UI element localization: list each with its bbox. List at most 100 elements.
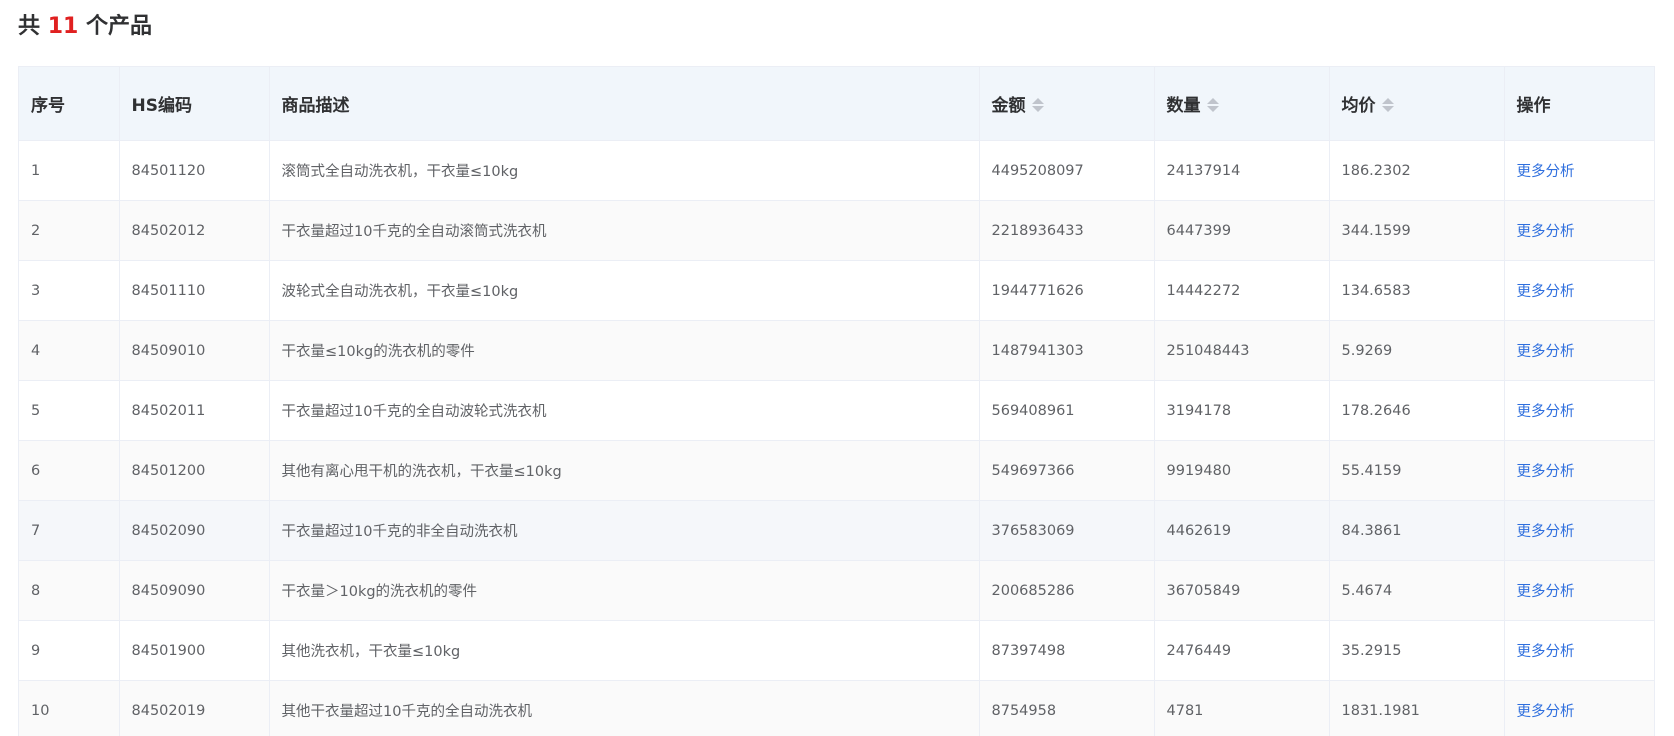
cell-quantity: 14442272	[1154, 260, 1330, 321]
sort-caret-icon[interactable]	[1381, 97, 1394, 113]
more-analysis-link[interactable]: 更多分析	[1517, 404, 1575, 420]
product-table-container: 序号 HS编码 商品描述 金额 数量 均价 操作 1 84501120 滚筒式全…	[18, 66, 1655, 736]
cell-amount: 376583069	[979, 500, 1155, 561]
header-action: 操作	[1504, 67, 1654, 141]
table-row: 2 84502012 干衣量超过10千克的全自动滚筒式洗衣机 221893643…	[19, 200, 1654, 261]
summary-prefix: 共	[18, 14, 41, 39]
more-analysis-link[interactable]: 更多分析	[1517, 164, 1575, 180]
table-header: 序号 HS编码 商品描述 金额 数量 均价 操作	[19, 67, 1654, 141]
cell-amount: 1944771626	[979, 260, 1155, 321]
header-amount-label: 金额	[991, 96, 1026, 116]
header-hs-code: HS编码	[119, 67, 270, 141]
cell-amount: 1487941303	[979, 320, 1155, 381]
table-row: 9 84501900 其他洗衣机，干衣量≤10kg 87397498 24764…	[19, 620, 1654, 681]
sort-caret-icon[interactable]	[1206, 97, 1219, 113]
more-analysis-link[interactable]: 更多分析	[1517, 524, 1575, 540]
cell-action: 更多分析	[1504, 380, 1654, 441]
cell-index: 6	[19, 440, 120, 501]
cell-index: 2	[19, 200, 120, 261]
cell-hs-code: 84501200	[119, 440, 270, 501]
cell-quantity: 9919480	[1154, 440, 1330, 501]
table-row: 4 84509010 干衣量≤10kg的洗衣机的零件 1487941303 25…	[19, 320, 1654, 381]
header-description-label: 商品描述	[281, 96, 350, 116]
table-header-row: 序号 HS编码 商品描述 金额 数量 均价 操作	[19, 67, 1654, 141]
more-analysis-link[interactable]: 更多分析	[1517, 584, 1575, 600]
more-analysis-link[interactable]: 更多分析	[1517, 344, 1575, 360]
header-unit-price-label: 均价	[1341, 96, 1376, 116]
more-analysis-link[interactable]: 更多分析	[1517, 284, 1575, 300]
cell-action: 更多分析	[1504, 560, 1654, 621]
cell-action: 更多分析	[1504, 140, 1654, 201]
cell-hs-code: 84502011	[119, 380, 270, 441]
cell-action: 更多分析	[1504, 620, 1654, 681]
cell-amount: 4495208097	[979, 140, 1155, 201]
cell-amount: 569408961	[979, 380, 1155, 441]
cell-description: 波轮式全自动洗衣机，干衣量≤10kg	[269, 260, 980, 321]
cell-quantity: 36705849	[1154, 560, 1330, 621]
cell-quantity: 4462619	[1154, 500, 1330, 561]
cell-quantity: 2476449	[1154, 620, 1330, 681]
header-quantity-label: 数量	[1166, 96, 1201, 116]
table-row: 8 84509090 干衣量＞10kg的洗衣机的零件 200685286 367…	[19, 560, 1654, 621]
cell-hs-code: 84509010	[119, 320, 270, 381]
cell-action: 更多分析	[1504, 680, 1654, 736]
cell-description: 干衣量超过10千克的非全自动洗衣机	[269, 500, 980, 561]
table-row: 7 84502090 干衣量超过10千克的非全自动洗衣机 376583069 4…	[19, 500, 1654, 561]
cell-action: 更多分析	[1504, 500, 1654, 561]
product-table: 序号 HS编码 商品描述 金额 数量 均价 操作 1 84501120 滚筒式全…	[19, 67, 1654, 736]
more-analysis-link[interactable]: 更多分析	[1517, 644, 1575, 660]
cell-description: 干衣量超过10千克的全自动波轮式洗衣机	[269, 380, 980, 441]
table-row: 6 84501200 其他有离心甩干机的洗衣机，干衣量≤10kg 5496973…	[19, 440, 1654, 501]
cell-unit-price: 134.6583	[1329, 260, 1505, 321]
header-quantity[interactable]: 数量	[1154, 67, 1330, 141]
table-row: 3 84501110 波轮式全自动洗衣机，干衣量≤10kg 1944771626…	[19, 260, 1654, 321]
more-analysis-link[interactable]: 更多分析	[1517, 224, 1575, 240]
cell-action: 更多分析	[1504, 440, 1654, 501]
cell-index: 7	[19, 500, 120, 561]
cell-description: 干衣量≤10kg的洗衣机的零件	[269, 320, 980, 381]
header-hs-code-label: HS编码	[131, 96, 192, 116]
cell-description: 其他干衣量超过10千克的全自动洗衣机	[269, 680, 980, 736]
product-list-page: 共 11 个产品 序号 HS编码 商品描述 金额 数量 均价 操作 1 8450…	[0, 0, 1674, 736]
cell-index: 1	[19, 140, 120, 201]
cell-index: 10	[19, 680, 120, 736]
more-analysis-link[interactable]: 更多分析	[1517, 464, 1575, 480]
cell-hs-code: 84501110	[119, 260, 270, 321]
cell-unit-price: 178.2646	[1329, 380, 1505, 441]
table-row: 10 84502019 其他干衣量超过10千克的全自动洗衣机 8754958 4…	[19, 680, 1654, 736]
cell-index: 4	[19, 320, 120, 381]
cell-description: 其他洗衣机，干衣量≤10kg	[269, 620, 980, 681]
cell-index: 3	[19, 260, 120, 321]
cell-quantity: 6447399	[1154, 200, 1330, 261]
cell-description: 干衣量＞10kg的洗衣机的零件	[269, 560, 980, 621]
cell-hs-code: 84502012	[119, 200, 270, 261]
cell-index: 5	[19, 380, 120, 441]
cell-amount: 2218936433	[979, 200, 1155, 261]
cell-hs-code: 84502090	[119, 500, 270, 561]
cell-index: 8	[19, 560, 120, 621]
cell-hs-code: 84502019	[119, 680, 270, 736]
product-count-summary: 共 11 个产品	[18, 12, 152, 42]
cell-unit-price: 5.9269	[1329, 320, 1505, 381]
header-amount[interactable]: 金额	[979, 67, 1155, 141]
cell-quantity: 3194178	[1154, 380, 1330, 441]
cell-hs-code: 84501900	[119, 620, 270, 681]
table-row: 5 84502011 干衣量超过10千克的全自动波轮式洗衣机 569408961…	[19, 380, 1654, 441]
cell-hs-code: 84501120	[119, 140, 270, 201]
cell-amount: 8754958	[979, 680, 1155, 736]
cell-hs-code: 84509090	[119, 560, 270, 621]
product-count: 11	[47, 14, 79, 39]
more-analysis-link[interactable]: 更多分析	[1517, 704, 1575, 720]
header-unit-price[interactable]: 均价	[1329, 67, 1505, 141]
sort-caret-icon[interactable]	[1031, 97, 1044, 113]
header-description: 商品描述	[269, 67, 980, 141]
cell-quantity: 24137914	[1154, 140, 1330, 201]
cell-action: 更多分析	[1504, 320, 1654, 381]
cell-amount: 87397498	[979, 620, 1155, 681]
cell-description: 其他有离心甩干机的洗衣机，干衣量≤10kg	[269, 440, 980, 501]
cell-amount: 549697366	[979, 440, 1155, 501]
header-index-label: 序号	[31, 96, 65, 116]
cell-unit-price: 55.4159	[1329, 440, 1505, 501]
table-row: 1 84501120 滚筒式全自动洗衣机，干衣量≤10kg 4495208097…	[19, 140, 1654, 201]
cell-unit-price: 1831.1981	[1329, 680, 1505, 736]
